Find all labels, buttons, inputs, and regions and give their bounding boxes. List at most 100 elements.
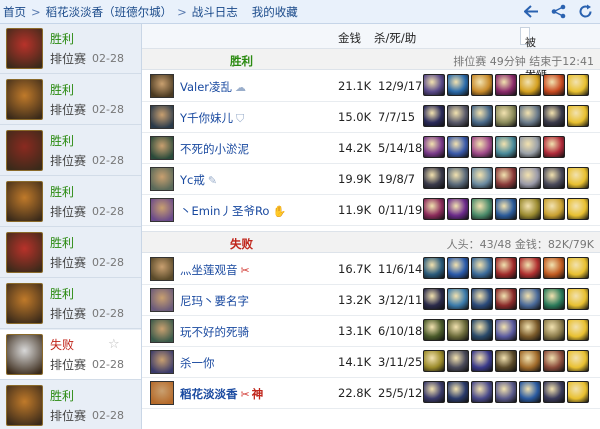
- player-row[interactable]: 玩不好的死骑 13.1K 6/10/18: [142, 316, 600, 347]
- item-icon[interactable]: [495, 136, 517, 158]
- item-icon[interactable]: [543, 167, 565, 189]
- item-icon[interactable]: [471, 350, 493, 372]
- item-icon[interactable]: [543, 136, 565, 158]
- item-icon[interactable]: [543, 105, 565, 127]
- player-row[interactable]: 尼玛丶要名字 13.2K 3/12/11: [142, 285, 600, 316]
- item-icon[interactable]: [471, 381, 493, 403]
- player-name[interactable]: 不死的小淤泥: [180, 141, 249, 157]
- item-icon[interactable]: [495, 105, 517, 127]
- player-name[interactable]: 丶Emin丿圣爷Ro ✋: [180, 203, 286, 219]
- item-icon[interactable]: [471, 136, 493, 158]
- item-icon[interactable]: [543, 288, 565, 310]
- match-list-item[interactable]: 胜利 排位赛 02-28: [0, 75, 141, 125]
- item-icon[interactable]: [447, 136, 469, 158]
- item-icon[interactable]: [567, 350, 589, 372]
- item-icon[interactable]: [471, 74, 493, 96]
- item-icon[interactable]: [447, 288, 469, 310]
- item-icon[interactable]: [495, 350, 517, 372]
- item-icon[interactable]: [471, 257, 493, 279]
- item-icon[interactable]: [567, 167, 589, 189]
- item-icon[interactable]: [447, 350, 469, 372]
- player-name[interactable]: Yc戒 ✎: [180, 172, 217, 188]
- back-arrow-icon[interactable]: [523, 3, 540, 20]
- item-icon[interactable]: [471, 167, 493, 189]
- item-icon[interactable]: [495, 381, 517, 403]
- player-row[interactable]: 不死的小淤泥 14.2K 5/14/18: [142, 133, 600, 164]
- item-icon[interactable]: [447, 167, 469, 189]
- item-icon[interactable]: [519, 381, 541, 403]
- item-icon[interactable]: [447, 319, 469, 341]
- item-icon[interactable]: [543, 381, 565, 403]
- player-row[interactable]: Valer凌乱 ☁ 21.1K 12/9/17: [142, 71, 600, 102]
- item-icon[interactable]: [543, 74, 565, 96]
- item-icon[interactable]: [495, 198, 517, 220]
- item-icon[interactable]: [447, 74, 469, 96]
- player-name[interactable]: 稻花淡淡香 ✂ 神: [180, 386, 263, 402]
- item-icon[interactable]: [519, 288, 541, 310]
- item-icon[interactable]: [423, 105, 445, 127]
- item-icon[interactable]: [495, 288, 517, 310]
- player-row[interactable]: Y千你妹儿 ⛉ 15.0K 7/7/15: [142, 102, 600, 133]
- item-icon[interactable]: [423, 74, 445, 96]
- item-icon[interactable]: [519, 319, 541, 341]
- item-icon[interactable]: [543, 350, 565, 372]
- item-icon[interactable]: [543, 319, 565, 341]
- item-icon[interactable]: [567, 74, 589, 96]
- share-icon[interactable]: [550, 3, 567, 20]
- item-icon[interactable]: [519, 136, 541, 158]
- match-list-item[interactable]: 胜利 排位赛 02-28: [0, 177, 141, 227]
- item-icon[interactable]: [495, 319, 517, 341]
- match-list-item[interactable]: 胜利 排位赛 02-28: [0, 228, 141, 278]
- item-icon[interactable]: [519, 350, 541, 372]
- favorite-star-icon[interactable]: ☆: [108, 337, 120, 352]
- item-icon[interactable]: [423, 319, 445, 341]
- player-name[interactable]: Valer凌乱 ☁: [180, 79, 246, 95]
- item-icon[interactable]: [423, 288, 445, 310]
- item-icon[interactable]: [519, 74, 541, 96]
- player-name[interactable]: Y千你妹儿 ⛉: [180, 110, 244, 126]
- refresh-icon[interactable]: [577, 3, 594, 20]
- breadcrumb-home[interactable]: 首页: [0, 4, 29, 20]
- item-icon[interactable]: [423, 350, 445, 372]
- item-icon[interactable]: [543, 257, 565, 279]
- item-icon[interactable]: [495, 74, 517, 96]
- player-row[interactable]: 稻花淡淡香 ✂ 神 22.8K 25/5/12: [142, 378, 600, 409]
- breadcrumb-battle-log[interactable]: 战斗日志: [189, 4, 241, 20]
- item-icon[interactable]: [543, 198, 565, 220]
- player-name[interactable]: 杀一你: [180, 355, 215, 371]
- item-icon[interactable]: [423, 381, 445, 403]
- item-icon[interactable]: [423, 136, 445, 158]
- item-icon[interactable]: [423, 198, 445, 220]
- breadcrumb-favorites[interactable]: 我的收藏: [249, 4, 301, 20]
- item-icon[interactable]: [567, 198, 589, 220]
- item-icon[interactable]: [447, 381, 469, 403]
- item-icon[interactable]: [471, 288, 493, 310]
- breadcrumb-player[interactable]: 稻花淡淡香（班德尔城）: [43, 4, 176, 20]
- item-icon[interactable]: [471, 105, 493, 127]
- item-icon[interactable]: [447, 105, 469, 127]
- match-list-item[interactable]: 胜利 排位赛 02-28: [0, 279, 141, 329]
- player-row[interactable]: 杀一你 14.1K 3/11/25: [142, 347, 600, 378]
- player-row[interactable]: 灬坐莲观音 ✂ 16.7K 11/6/14: [142, 254, 600, 285]
- item-icon[interactable]: [567, 288, 589, 310]
- item-icon[interactable]: [471, 198, 493, 220]
- item-icon[interactable]: [519, 105, 541, 127]
- item-icon[interactable]: [567, 319, 589, 341]
- item-icon[interactable]: [447, 198, 469, 220]
- player-name[interactable]: 尼玛丶要名字: [180, 293, 249, 309]
- item-icon[interactable]: [567, 105, 589, 127]
- item-icon[interactable]: [519, 198, 541, 220]
- player-name[interactable]: 玩不好的死骑: [180, 324, 249, 340]
- item-icon[interactable]: [447, 257, 469, 279]
- item-icon[interactable]: [495, 257, 517, 279]
- item-icon[interactable]: [519, 257, 541, 279]
- item-icon[interactable]: [471, 319, 493, 341]
- item-icon[interactable]: [423, 167, 445, 189]
- player-name[interactable]: 灬坐莲观音 ✂: [180, 262, 250, 278]
- match-list-item[interactable]: 胜利 排位赛 02-28: [0, 24, 141, 74]
- banned-champions-dropdown[interactable]: 被BAN英雄 ⌄: [520, 27, 548, 78]
- item-icon[interactable]: [423, 257, 445, 279]
- item-icon[interactable]: [519, 167, 541, 189]
- item-icon[interactable]: [495, 167, 517, 189]
- player-row[interactable]: 丶Emin丿圣爷Ro ✋ 11.9K 0/11/19: [142, 195, 600, 226]
